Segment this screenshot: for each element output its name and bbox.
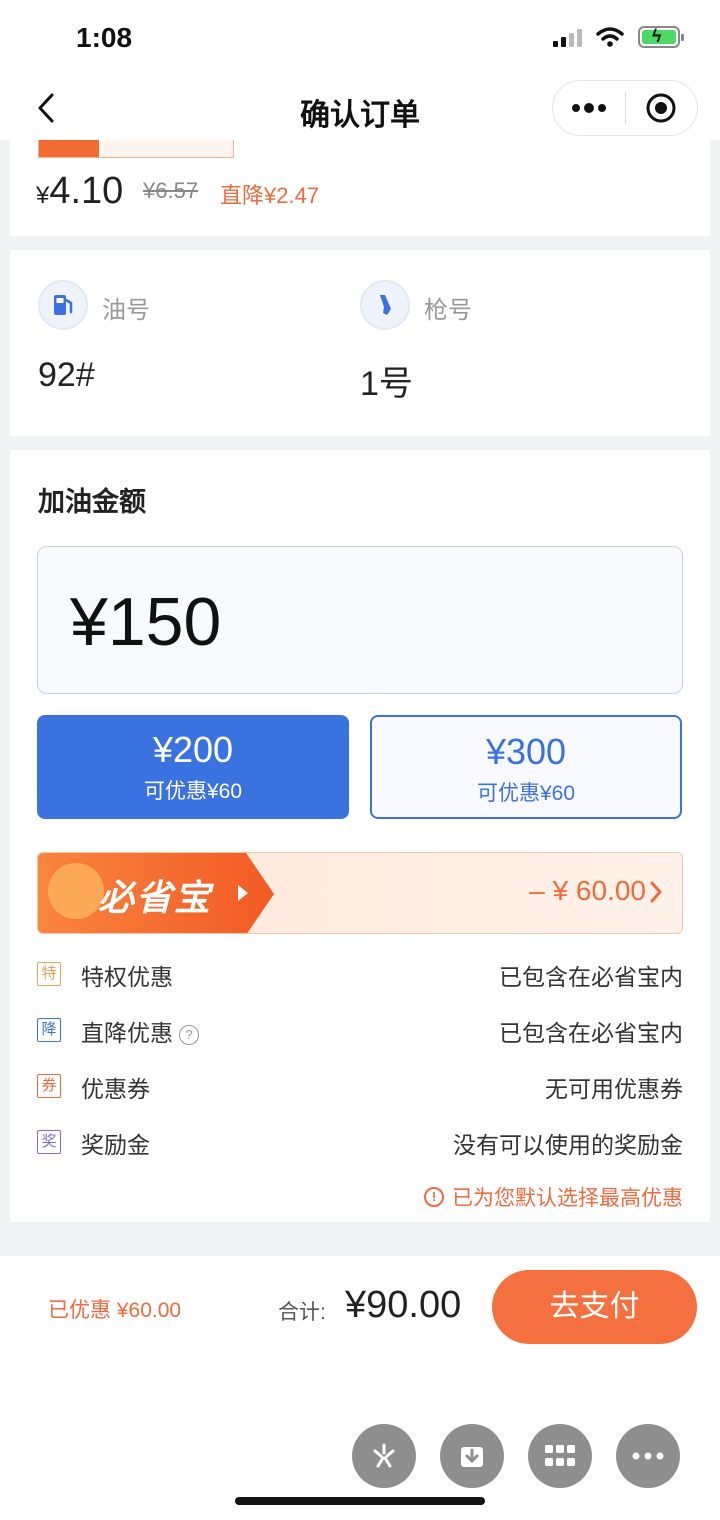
- discount-badge: 奖: [37, 1130, 61, 1154]
- saver-tag: 必省宝: [38, 853, 274, 933]
- fuel-pump-icon: [38, 280, 88, 330]
- amount-card: 加油金额 ¥150 ¥200 可优惠¥60 ¥300 可优惠¥60 必省宝 – …: [10, 450, 710, 1222]
- saver-name: 必省宝: [98, 877, 213, 918]
- discount-badge: 降: [37, 1018, 61, 1042]
- grid-icon: [545, 1445, 575, 1466]
- amount-section-title: 加油金额: [38, 487, 146, 517]
- amount-option-200[interactable]: ¥200 可优惠¥60: [37, 715, 349, 819]
- discount-row-reward[interactable]: 奖 奖励金 没有可以使用的奖励金: [37, 1124, 683, 1164]
- more-button[interactable]: [553, 81, 625, 135]
- price-value: 4.10: [49, 170, 124, 212]
- amount-option-value: ¥200: [152, 729, 234, 770]
- download-button[interactable]: [440, 1424, 504, 1488]
- fuel-card: 油号 92# 枪号 1号: [10, 250, 710, 436]
- amount-option-300[interactable]: ¥300 可优惠¥60: [370, 715, 682, 819]
- sparkle-button[interactable]: [352, 1424, 416, 1488]
- info-icon: !: [424, 1187, 444, 1207]
- more-options-button[interactable]: [616, 1424, 680, 1488]
- mini-program-capsule: [552, 80, 698, 136]
- saver-amount: – ¥ 60.00: [529, 875, 646, 906]
- target-icon: [646, 93, 676, 123]
- discount-label-wrap: 直降优惠?: [81, 1014, 199, 1048]
- original-price: ¥6.57: [143, 178, 199, 203]
- price-drop: 直降¥2.47: [220, 183, 320, 208]
- discount-value: 无可用优惠券: [545, 1076, 683, 1102]
- amount-option-discount: 可优惠¥60: [476, 782, 576, 805]
- saver-banner[interactable]: 必省宝 – ¥ 60.00: [37, 852, 683, 934]
- amount-input[interactable]: ¥150: [37, 546, 683, 694]
- gun-number-field[interactable]: 枪号 1号: [360, 280, 472, 403]
- total-label: 合计:: [278, 1301, 326, 1324]
- discount-label: 优惠券: [81, 1076, 150, 1102]
- discount-value: 已包含在必省宝内: [499, 964, 683, 990]
- battery-icon: ϟ: [638, 26, 684, 48]
- nav-bar: 确认订单: [0, 78, 720, 140]
- total-value: ¥90.00: [345, 1284, 462, 1326]
- home-indicator: [235, 1497, 485, 1505]
- oil-number-label: 油号: [102, 297, 150, 324]
- tip-text: 已为您默认选择最高优惠: [452, 1187, 683, 1210]
- close-mini-program-button[interactable]: [626, 81, 698, 135]
- gun-number-label: 枪号: [424, 297, 472, 324]
- oil-number-field[interactable]: 油号 92#: [38, 280, 150, 394]
- discount-label: 奖励金: [81, 1132, 150, 1158]
- signal-icon: [553, 27, 582, 47]
- price-currency: ¥: [36, 182, 50, 209]
- chevron-right-icon: [650, 881, 662, 903]
- amount-option-value: ¥300: [485, 731, 567, 772]
- discount-label: 直降优惠: [81, 1020, 173, 1046]
- status-icons: ϟ: [553, 26, 684, 48]
- apps-button[interactable]: [528, 1424, 592, 1488]
- gun-number-value: 1号: [360, 365, 413, 403]
- checkout-bar: 已优惠 ¥60.00 合计: ¥90.00 去支付: [0, 1256, 720, 1520]
- amount-option-discount: 可优惠¥60: [143, 780, 243, 803]
- discount-label: 特权优惠: [81, 964, 173, 990]
- more-dots-icon: [571, 103, 606, 113]
- discount-badge: 特: [37, 962, 61, 986]
- best-discount-tip: ! 已为您默认选择最高优惠: [424, 1182, 683, 1212]
- discount-row-privilege: 特 特权优惠 已包含在必省宝内: [37, 956, 683, 996]
- sparkle-icon: [373, 1443, 395, 1468]
- status-time: 1:08: [76, 22, 133, 53]
- more-icon: [632, 1452, 664, 1460]
- fuel-nozzle-icon: [360, 280, 410, 330]
- price-card: ¥4.10 ¥6.57 直降¥2.47: [10, 140, 710, 236]
- help-icon[interactable]: ?: [179, 1024, 199, 1045]
- discount-value: 没有可以使用的奖励金: [453, 1132, 683, 1158]
- oil-number-value: 92#: [38, 356, 95, 394]
- discount-row-direct: 降 直降优惠? 已包含在必省宝内: [37, 1012, 683, 1052]
- current-price: ¥4.10: [36, 170, 123, 213]
- promo-strip: [38, 140, 234, 158]
- discount-badge: 券: [37, 1074, 61, 1098]
- discount-value: 已包含在必省宝内: [499, 1020, 683, 1046]
- discount-row-coupon[interactable]: 券 优惠券 无可用优惠券: [37, 1068, 683, 1108]
- status-bar: 1:08 ϟ: [0, 0, 720, 78]
- amount-input-value: ¥150: [70, 584, 222, 660]
- wifi-icon: [596, 27, 624, 47]
- download-icon: [461, 1447, 483, 1467]
- saved-amount: 已优惠 ¥60.00: [48, 1299, 182, 1322]
- pay-button[interactable]: 去支付: [492, 1270, 697, 1344]
